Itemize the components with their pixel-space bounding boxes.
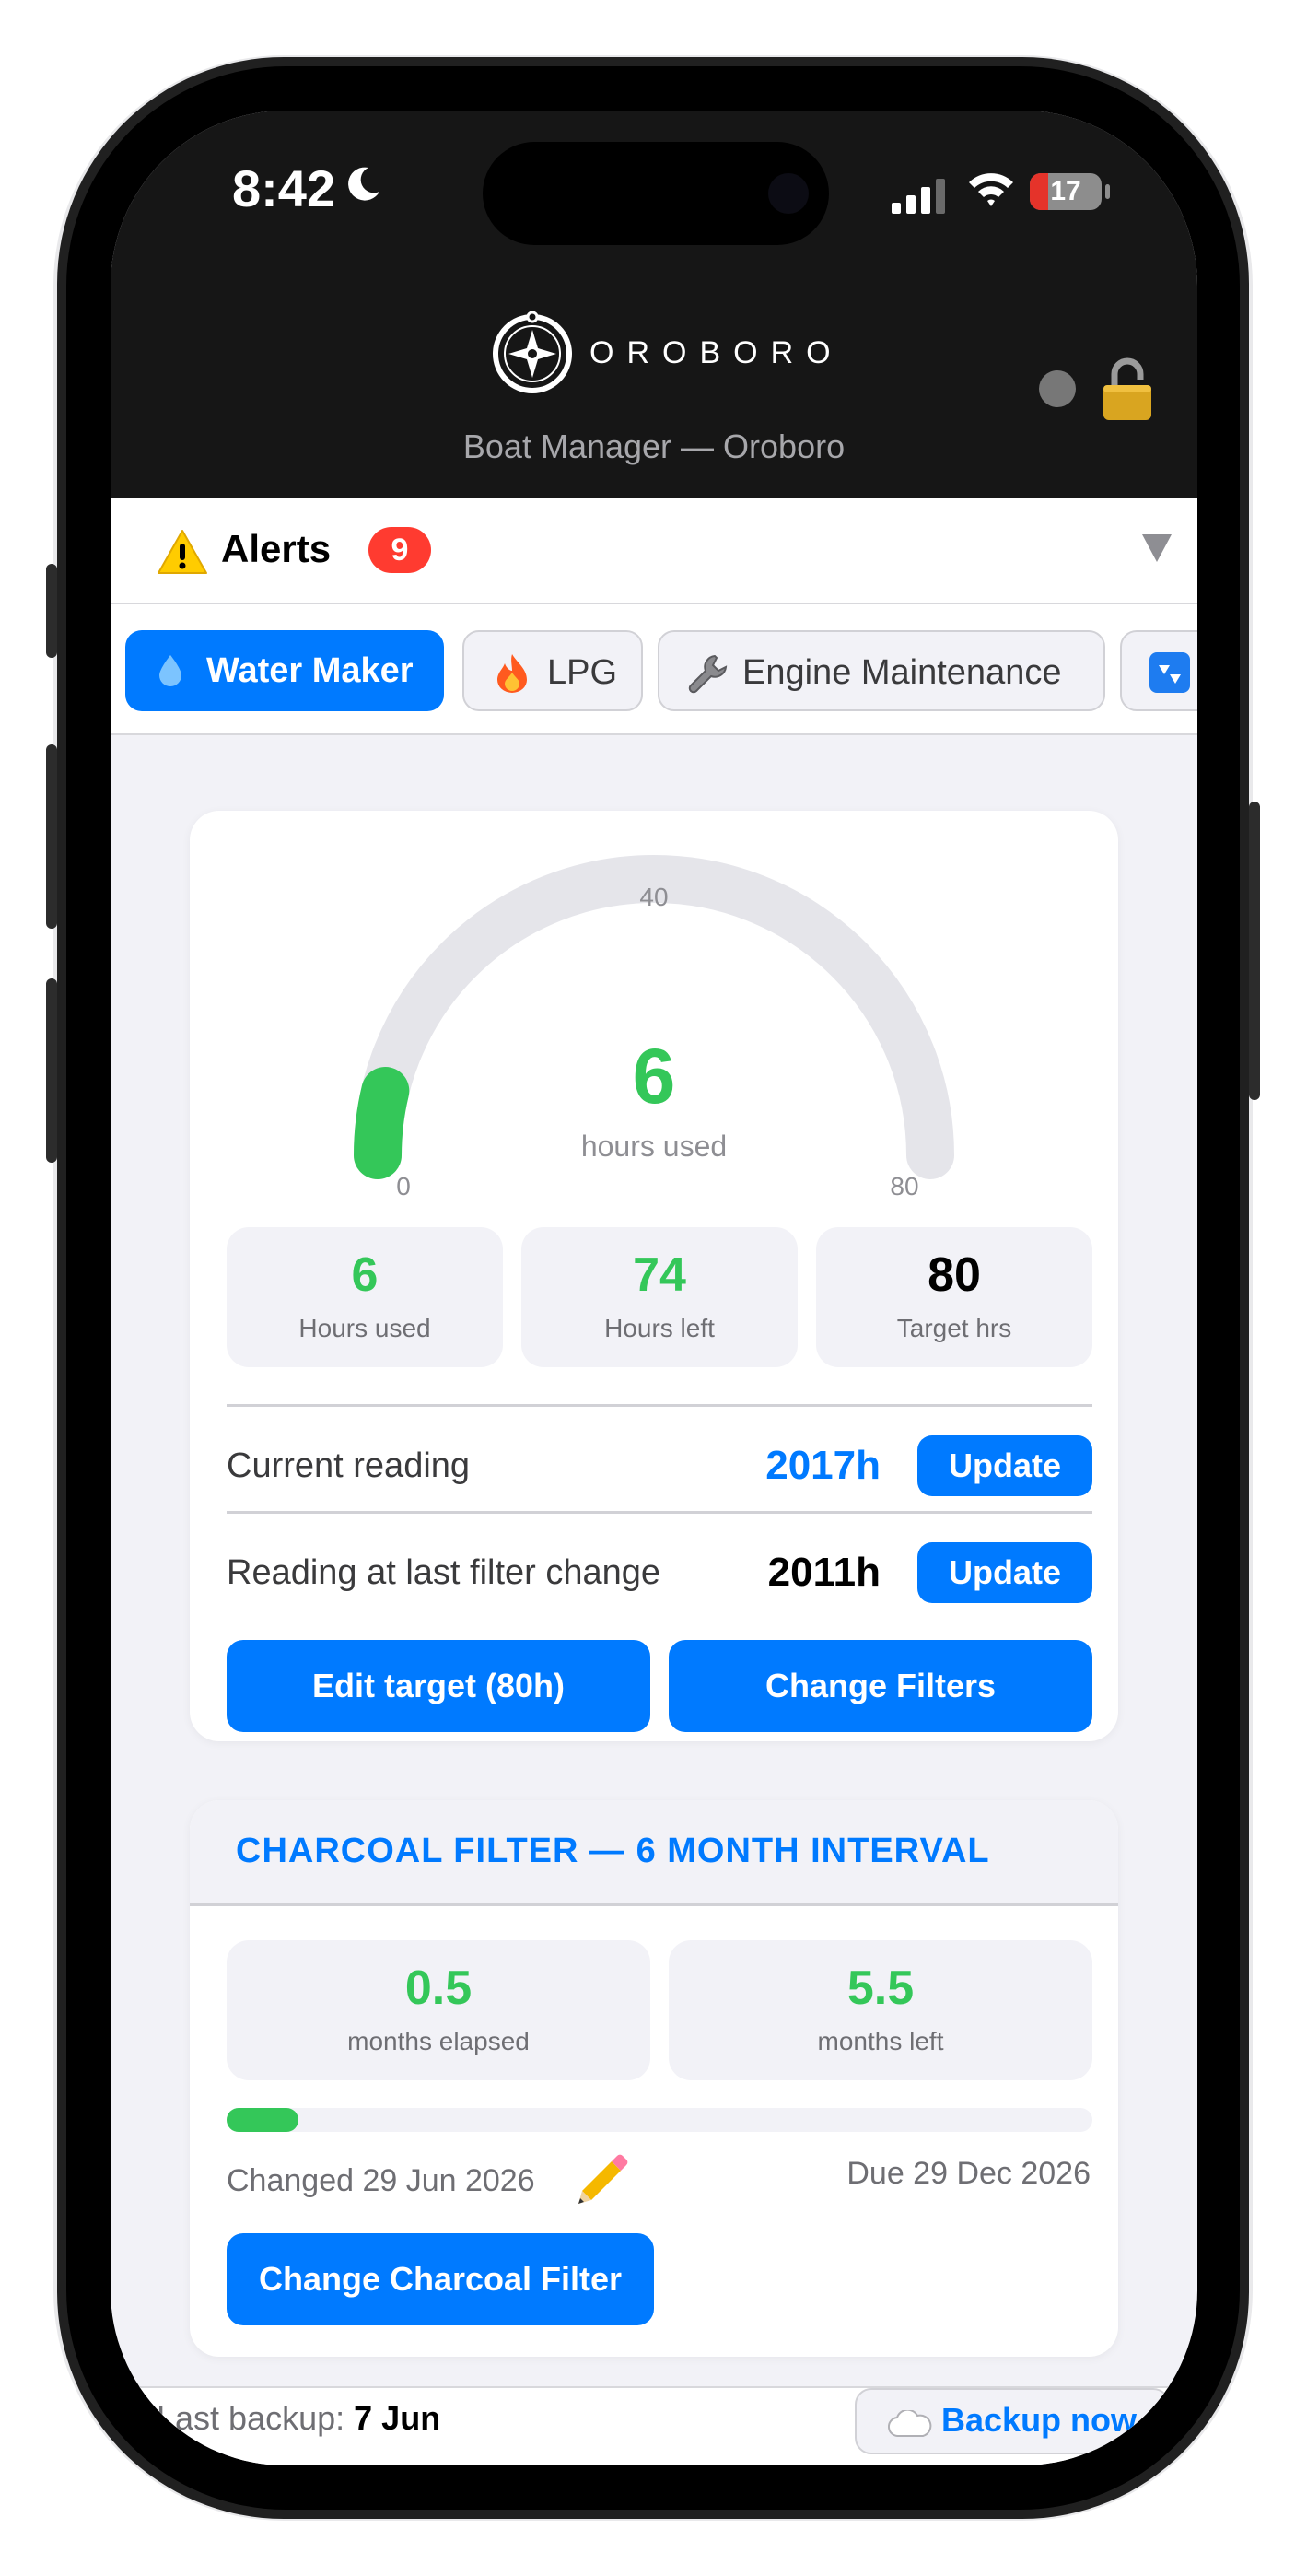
stat-label: Target hrs [896, 1314, 1012, 1342]
tab-label: Engine Maintenance [742, 653, 1062, 692]
tab-engine-maintenance[interactable]: Engine Maintenance [658, 630, 1105, 711]
fire-icon [497, 654, 527, 693]
action-button [46, 564, 57, 658]
battery-level-fill [1030, 173, 1048, 210]
backup-now-button[interactable]: Backup now [855, 2388, 1170, 2454]
update-current-reading-button[interactable]: Update [917, 1435, 1092, 1496]
stat-label: months elapsed [347, 2027, 530, 2055]
app-screen: 8:42 17 OROBORO Boat Manager — Oroboro A… [111, 111, 1197, 2465]
dynamic-island [483, 142, 829, 245]
stat-months-left: 5.5 months left [669, 1940, 1092, 2080]
stat-value: 6 [351, 1248, 379, 1302]
app-subtitle: Boat Manager — Oroboro [462, 427, 846, 465]
gauge-unit-label: hours used [580, 1130, 728, 1163]
last-backup-text: Last backup: 7 Jun [157, 2399, 440, 2438]
blue-tile-icon [1149, 652, 1190, 693]
power-button [1249, 802, 1260, 1100]
gauge-value: 6 [632, 1033, 676, 1119]
water-maker-card: 40 0 80 6 hours used 6 Hours used 74 Hou… [190, 811, 1118, 1741]
update-last-filter-reading-button[interactable]: Update [917, 1542, 1092, 1603]
collapse-triangle-icon[interactable] [1142, 534, 1172, 562]
wrench-icon [688, 654, 728, 694]
change-filters-button[interactable]: Change Filters [669, 1640, 1092, 1732]
current-reading-value: 2017h [765, 1443, 881, 1488]
charcoal-card-header: CHARCOAL FILTER — 6 MONTH INTERVAL [190, 1800, 1118, 1906]
volume-up-button [46, 744, 57, 929]
tab-more[interactable] [1120, 630, 1197, 711]
unlocked-padlock-icon[interactable] [1102, 357, 1153, 422]
cloud-icon [888, 2410, 932, 2438]
stat-target-hours: 80 Target hrs [816, 1227, 1092, 1367]
stat-label: months left [817, 2027, 944, 2055]
tab-lpg[interactable]: LPG [462, 630, 643, 711]
compass-logo-icon [493, 311, 572, 393]
stat-value: 5.5 [846, 1961, 915, 2015]
backup-now-label: Backup now [941, 2401, 1138, 2439]
last-filter-reading-value: 2011h [767, 1550, 881, 1595]
charcoal-progress-fill [227, 2108, 299, 2132]
charcoal-due-date: Due 29 Dec 2026 [846, 2156, 1091, 2191]
charcoal-changed-date: Changed 29 Jun 2026 [227, 2163, 535, 2198]
tab-label: Water Maker [206, 651, 414, 690]
last-backup-date: 7 Jun [354, 2399, 441, 2437]
warning-icon [158, 530, 207, 574]
status-time: 8:42 [232, 159, 336, 217]
last-backup-label: Last backup: [157, 2399, 345, 2437]
backup-footer: Last backup: 7 Jun Backup now [111, 2386, 1197, 2465]
divider [227, 1404, 1092, 1407]
battery-tip [1105, 184, 1110, 199]
gauge-min-tick: 0 [396, 1172, 411, 1200]
tab-water-maker[interactable]: Water Maker [125, 630, 444, 711]
last-filter-reading-label: Reading at last filter change [227, 1553, 661, 1592]
stat-hours-used: 6 Hours used [227, 1227, 503, 1367]
battery-indicator: 17 [1030, 173, 1102, 210]
charcoal-filter-card: CHARCOAL FILTER — 6 MONTH INTERVAL 0.5 m… [190, 1800, 1118, 2357]
stat-label: Hours used [298, 1314, 431, 1342]
charcoal-progress-track [227, 2108, 1092, 2132]
gauge-max-tick: 80 [890, 1172, 919, 1200]
category-tabs: Water Maker LPG Engine Maintenance [111, 604, 1197, 735]
pencil-icon[interactable] [575, 2150, 630, 2206]
gauge-mid-tick: 40 [639, 883, 669, 911]
stat-months-elapsed: 0.5 months elapsed [227, 1940, 650, 2080]
stat-value: 80 [928, 1248, 981, 1302]
charcoal-title: CHARCOAL FILTER — 6 MONTH INTERVAL [236, 1832, 990, 1870]
sync-status-dot [1039, 370, 1076, 407]
volume-down-button [46, 978, 57, 1163]
wifi-icon [969, 173, 1013, 206]
moon-icon [348, 167, 379, 201]
cellular-signal-icon [892, 179, 945, 214]
stat-label: Hours left [604, 1314, 715, 1342]
brand-name: OROBORO [589, 335, 844, 370]
alerts-count-badge: 9 [368, 527, 431, 573]
current-reading-label: Current reading [227, 1446, 471, 1485]
water-drop-icon [159, 655, 181, 686]
edit-target-button[interactable]: Edit target (80h) [227, 1640, 650, 1732]
tab-label: LPG [547, 653, 618, 692]
alerts-label: Alerts [221, 527, 332, 570]
gauge-fill [354, 1067, 410, 1179]
change-charcoal-filter-button[interactable]: Change Charcoal Filter [227, 2233, 654, 2325]
alerts-header[interactable]: Alerts 9 [111, 498, 1197, 604]
stat-hours-left: 74 Hours left [521, 1227, 798, 1367]
stat-value: 0.5 [404, 1961, 473, 2015]
stat-value: 74 [633, 1248, 686, 1302]
battery-percent: 17 [1050, 176, 1081, 206]
app-header: 8:42 17 OROBORO Boat Manager — Oroboro [111, 111, 1197, 498]
divider [227, 1511, 1092, 1514]
camera-icon [768, 173, 809, 214]
